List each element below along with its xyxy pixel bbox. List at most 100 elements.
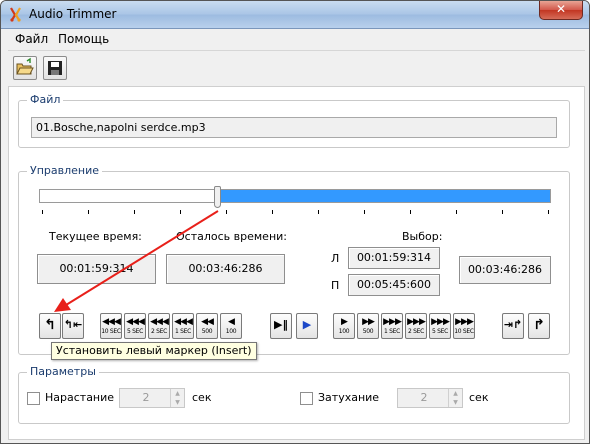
forward-100ms-button[interactable]: ▶ 100 bbox=[333, 313, 355, 339]
window-title: Audio Trimmer bbox=[29, 7, 117, 21]
fade-in-label: Нарастание bbox=[45, 391, 115, 404]
close-button[interactable]: ✕ bbox=[539, 1, 583, 20]
set-left-marker-button[interactable]: ↰ bbox=[39, 313, 61, 339]
open-folder-icon bbox=[16, 57, 34, 75]
left-marker-value: 00:01:59:314 bbox=[348, 247, 440, 269]
forward-100ms-label: 100 bbox=[338, 328, 350, 335]
forward-10sec-label: 10 SEC bbox=[454, 328, 474, 335]
track-tick bbox=[548, 210, 549, 214]
forward-500ms-label: 500 bbox=[362, 328, 374, 335]
fade-out-unit: сек bbox=[469, 391, 489, 404]
goto-left-marker-icon: ↰⇤ bbox=[63, 318, 83, 331]
forward-2sec-label: 2 SEC bbox=[407, 328, 424, 335]
tooltip: Установить левый маркер (Insert) bbox=[51, 342, 257, 360]
spin-down-icon[interactable]: ▼ bbox=[449, 398, 462, 407]
fade-out-value: 2 bbox=[420, 391, 428, 404]
track-tick bbox=[88, 210, 89, 214]
rewind-100ms-button[interactable]: ◀ 100 bbox=[220, 313, 242, 339]
toolbar bbox=[8, 50, 585, 84]
rewind-icon: ◀◀ bbox=[201, 317, 214, 327]
fade-in-unit: сек bbox=[192, 391, 212, 404]
goto-right-marker-icon: ⇥↱ bbox=[503, 318, 523, 331]
selection-label: Выбор: bbox=[402, 230, 443, 243]
fade-in-spinner[interactable]: 2 ▲ ▼ bbox=[119, 388, 185, 408]
rewind-2sec-button[interactable]: ◀◀◀ 2 SEC bbox=[148, 313, 170, 339]
spinner-arrows[interactable]: ▲ ▼ bbox=[448, 389, 462, 407]
forward-5sec-button[interactable]: ▶▶▶ 5 SEC bbox=[429, 313, 451, 339]
rewind-500ms-label: 500 bbox=[201, 328, 213, 335]
control-group-legend: Управление bbox=[27, 164, 103, 177]
menu-help[interactable]: Помощь bbox=[58, 32, 109, 46]
track-tick bbox=[180, 210, 181, 214]
forward-1sec-label: 1 SEC bbox=[383, 328, 400, 335]
forward-1sec-button[interactable]: ▶▶▶ 1 SEC bbox=[381, 313, 403, 339]
rewind-10sec-button[interactable]: ◀◀◀ 10 SEC bbox=[100, 313, 122, 339]
play-icon: ▶ bbox=[302, 318, 312, 331]
position-track[interactable] bbox=[39, 189, 551, 203]
forward-icon: ▶▶▶ bbox=[407, 317, 426, 327]
rewind-10sec-label: 10 SEC bbox=[101, 328, 121, 335]
right-marker-value: 00:05:45:600 bbox=[348, 274, 440, 296]
track-tick bbox=[318, 210, 319, 214]
goto-left-marker-button[interactable]: ↰⇤ bbox=[62, 313, 84, 339]
app-icon bbox=[10, 7, 21, 22]
save-button[interactable] bbox=[43, 56, 67, 80]
rewind-1sec-button[interactable]: ◀◀◀ 1 SEC bbox=[172, 313, 194, 339]
fade-out-spinner[interactable]: 2 ▲ ▼ bbox=[397, 388, 463, 408]
file-group-legend: Файл bbox=[27, 93, 64, 106]
rewind-500ms-button[interactable]: ◀◀ 500 bbox=[196, 313, 218, 339]
spin-up-icon[interactable]: ▲ bbox=[449, 389, 462, 398]
menu-file[interactable]: Файл bbox=[15, 32, 48, 46]
forward-5sec-label: 5 SEC bbox=[431, 328, 448, 335]
position-slider-thumb[interactable] bbox=[214, 186, 222, 208]
track-tick bbox=[272, 210, 273, 214]
track-tick bbox=[410, 210, 411, 214]
spin-up-icon[interactable]: ▲ bbox=[171, 389, 184, 398]
track-tick bbox=[134, 210, 135, 214]
rewind-100ms-label: 100 bbox=[225, 328, 237, 335]
remaining-time-value: 00:03:46:286 bbox=[166, 254, 285, 284]
set-left-marker-icon: ↰ bbox=[44, 317, 56, 333]
forward-500ms-button[interactable]: ▶▶ 500 bbox=[357, 313, 379, 339]
forward-2sec-button[interactable]: ▶▶▶ 2 SEC bbox=[405, 313, 427, 339]
play-pause-button[interactable]: ▶‖ bbox=[270, 313, 292, 339]
rewind-2sec-label: 2 SEC bbox=[150, 328, 167, 335]
current-time-label: Текущее время: bbox=[49, 230, 142, 243]
set-right-marker-button[interactable]: ↱ bbox=[528, 313, 550, 339]
rewind-1sec-label: 1 SEC bbox=[174, 328, 191, 335]
selection-duration-value: 00:03:46:286 bbox=[459, 256, 551, 284]
forward-icon: ▶▶▶ bbox=[431, 317, 450, 327]
rewind-5sec-button[interactable]: ◀◀◀ 5 SEC bbox=[124, 313, 146, 339]
forward-icon: ▶ bbox=[341, 317, 348, 327]
track-tick bbox=[456, 210, 457, 214]
play-pause-icon: ▶‖ bbox=[274, 318, 288, 331]
forward-10sec-button[interactable]: ▶▶▶ 10 SEC bbox=[453, 313, 475, 339]
rewind-icon: ◀ bbox=[228, 317, 235, 327]
open-button[interactable] bbox=[13, 56, 37, 80]
set-right-marker-icon: ↱ bbox=[533, 317, 545, 333]
rewind-icon: ◀◀◀ bbox=[150, 317, 169, 327]
track-tick bbox=[42, 210, 43, 214]
rewind-icon: ◀◀◀ bbox=[174, 317, 193, 327]
goto-right-marker-button[interactable]: ⇥↱ bbox=[502, 313, 524, 339]
filename-field: 01.Bosche,napolni serdce.mp3 bbox=[31, 117, 557, 138]
remaining-time-label: Осталось времени: bbox=[176, 230, 287, 243]
current-time-value: 00:01:59:314 bbox=[37, 254, 156, 284]
track-tick bbox=[502, 210, 503, 214]
rewind-5sec-label: 5 SEC bbox=[126, 328, 143, 335]
spin-down-icon[interactable]: ▼ bbox=[171, 398, 184, 407]
forward-icon: ▶▶▶ bbox=[383, 317, 402, 327]
title-bar[interactable]: Audio Trimmer ✕ bbox=[1, 1, 589, 29]
track-fill bbox=[218, 190, 550, 202]
save-disk-icon bbox=[48, 61, 62, 75]
track-tick bbox=[364, 210, 365, 214]
forward-icon: ▶▶▶ bbox=[455, 317, 474, 327]
rewind-icon: ◀◀◀ bbox=[126, 317, 145, 327]
fade-out-checkbox[interactable] bbox=[300, 392, 313, 405]
forward-icon: ▶▶ bbox=[362, 317, 375, 327]
spinner-arrows[interactable]: ▲ ▼ bbox=[170, 389, 184, 407]
left-marker-label: Л bbox=[331, 252, 340, 265]
play-stop-button[interactable]: ▶ bbox=[296, 313, 318, 339]
fade-in-checkbox[interactable] bbox=[27, 392, 40, 405]
track-tick bbox=[226, 210, 227, 214]
